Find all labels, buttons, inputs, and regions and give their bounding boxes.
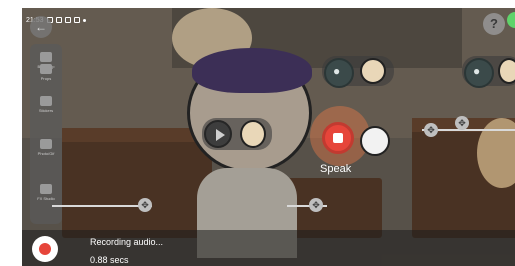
character-avatar[interactable] bbox=[360, 58, 386, 84]
speak-label: Speak bbox=[320, 163, 352, 175]
stop-icon bbox=[333, 133, 343, 143]
move-handle-icon[interactable]: ✥ bbox=[309, 198, 323, 212]
timeline-track bbox=[52, 205, 152, 207]
play-icon bbox=[216, 129, 225, 141]
photo-icon bbox=[40, 139, 52, 149]
record-button[interactable] bbox=[322, 122, 354, 154]
stop-recording-button[interactable] bbox=[32, 236, 58, 262]
toolbar-item-label: Stickers bbox=[38, 108, 54, 113]
play-button[interactable] bbox=[204, 120, 232, 148]
toolbar-item-props[interactable]: Props bbox=[30, 64, 62, 81]
stickers-icon bbox=[40, 96, 52, 106]
toolbar-item-label: FX Studio bbox=[37, 196, 55, 201]
toolbar-item-fx[interactable]: FX Studio bbox=[30, 184, 62, 201]
props-icon bbox=[40, 64, 52, 74]
toolbar-item-stickers[interactable]: Stickers bbox=[30, 96, 62, 113]
microphone-icon: ● bbox=[333, 64, 341, 78]
toolbar-item-photo[interactable]: Photo/Gif bbox=[30, 139, 62, 156]
move-handle-icon[interactable]: ✥ bbox=[455, 116, 469, 130]
stop-icon bbox=[39, 243, 51, 255]
move-handle-icon[interactable]: ✥ bbox=[424, 123, 438, 137]
fx-icon bbox=[40, 184, 52, 194]
recording-status: Recording audio... bbox=[90, 237, 164, 247]
back-button[interactable]: ← bbox=[30, 16, 52, 38]
speaker-avatar[interactable] bbox=[360, 126, 390, 156]
microphone-button[interactable]: ● bbox=[464, 58, 494, 88]
backdrop-icon bbox=[40, 52, 52, 62]
notification-icon bbox=[73, 17, 80, 23]
character-avatar[interactable] bbox=[498, 58, 515, 84]
microphone-button[interactable]: ● bbox=[324, 58, 354, 88]
microphone-icon: ● bbox=[473, 64, 481, 78]
back-arrow-icon: ← bbox=[35, 20, 47, 34]
move-handle-icon[interactable]: ✥ bbox=[138, 198, 152, 212]
character-avatar[interactable] bbox=[240, 120, 266, 148]
toolbar-item-label: Photo/Gif bbox=[37, 151, 55, 156]
app-screen: 21:53 ← Backdrop Props Stickers Photo/Gi… bbox=[22, 8, 515, 266]
question-icon: ? bbox=[490, 16, 498, 31]
notification-icon bbox=[55, 17, 62, 23]
recording-duration: 0.88 secs bbox=[90, 255, 129, 265]
left-toolbar: Backdrop Props Stickers Photo/Gif FX Stu… bbox=[30, 44, 62, 224]
status-dot-icon bbox=[82, 18, 86, 22]
notification-icon bbox=[64, 17, 71, 23]
toolbar-item-label: Props bbox=[40, 76, 52, 81]
help-button[interactable]: ? bbox=[483, 13, 505, 35]
